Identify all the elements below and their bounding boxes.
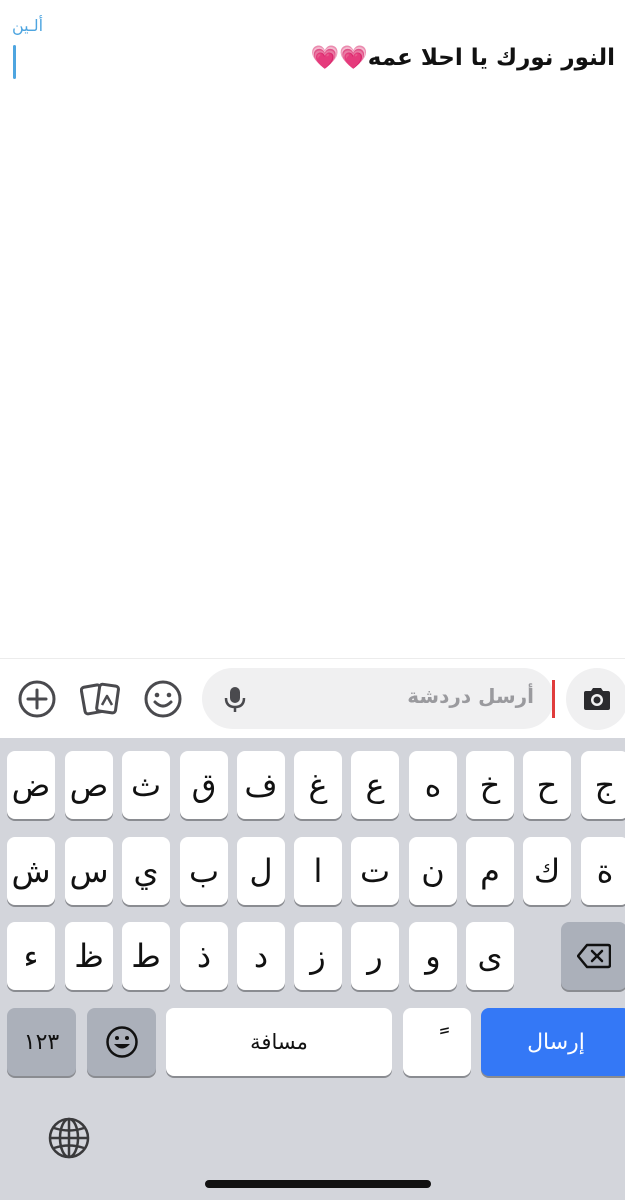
send-key[interactable]: إرسال — [481, 1008, 625, 1076]
diacritic-key[interactable]: ً — [403, 1008, 471, 1076]
chat-input-bar: أرسل دردشة — [0, 658, 625, 738]
smiley-icon[interactable] — [143, 679, 183, 719]
key[interactable]: ى — [466, 922, 514, 990]
emoji-key[interactable] — [87, 1008, 156, 1076]
chat-area: ألـين النور نورك يا احلا عمه💗💗 — [0, 0, 625, 658]
chat-input-placeholder: أرسل دردشة — [407, 684, 534, 708]
key[interactable]: ف — [237, 751, 285, 819]
home-indicator[interactable] — [205, 1180, 431, 1188]
key[interactable]: ع — [351, 751, 399, 819]
key[interactable]: ظ — [65, 922, 113, 990]
key[interactable]: ث — [122, 751, 170, 819]
key[interactable]: ح — [523, 751, 571, 819]
keyboard: ج ح خ ه ع غ ف ق ث ص ض ة ك م ن ت ا ل ب ي … — [0, 738, 625, 1200]
screen: ألـين النور نورك يا احلا عمه💗💗 أرسل دردش… — [0, 0, 625, 1200]
key[interactable]: ي — [122, 837, 170, 905]
key[interactable]: خ — [466, 751, 514, 819]
key[interactable]: ل — [237, 837, 285, 905]
space-key[interactable]: مسافة — [166, 1008, 392, 1076]
key[interactable]: ض — [7, 751, 55, 819]
key[interactable]: م — [466, 837, 514, 905]
microphone-icon[interactable] — [220, 684, 250, 714]
key[interactable]: غ — [294, 751, 342, 819]
key[interactable]: ص — [65, 751, 113, 819]
chat-message: النور نورك يا احلا عمه💗💗 — [310, 45, 615, 71]
backspace-icon — [577, 943, 611, 969]
globe-icon[interactable] — [47, 1116, 91, 1160]
message-indicator-bar — [13, 45, 16, 79]
camera-icon[interactable] — [566, 668, 625, 730]
sender-name: ألـين — [12, 16, 44, 35]
key[interactable]: ق — [180, 751, 228, 819]
key[interactable]: ن — [409, 837, 457, 905]
key[interactable]: ب — [180, 837, 228, 905]
backspace-key[interactable] — [561, 922, 625, 990]
key[interactable]: ج — [581, 751, 625, 819]
key[interactable]: ز — [294, 922, 342, 990]
key[interactable]: ا — [294, 837, 342, 905]
chat-input-field[interactable]: أرسل دردشة — [202, 668, 554, 729]
key[interactable]: س — [65, 837, 113, 905]
key[interactable]: ك — [523, 837, 571, 905]
key[interactable]: ء — [7, 922, 55, 990]
key[interactable]: و — [409, 922, 457, 990]
key[interactable]: ت — [351, 837, 399, 905]
key[interactable]: ط — [122, 922, 170, 990]
key[interactable]: ر — [351, 922, 399, 990]
numbers-key[interactable]: ١٢٣ — [7, 1008, 76, 1076]
emoji-icon — [105, 1026, 138, 1058]
key[interactable]: ذ — [180, 922, 228, 990]
key[interactable]: د — [237, 922, 285, 990]
text-caret — [552, 680, 555, 718]
cards-icon[interactable] — [80, 679, 120, 719]
plus-circle-icon[interactable] — [17, 679, 57, 719]
key[interactable]: ه — [409, 751, 457, 819]
key[interactable]: ش — [7, 837, 55, 905]
key[interactable]: ة — [581, 837, 625, 905]
